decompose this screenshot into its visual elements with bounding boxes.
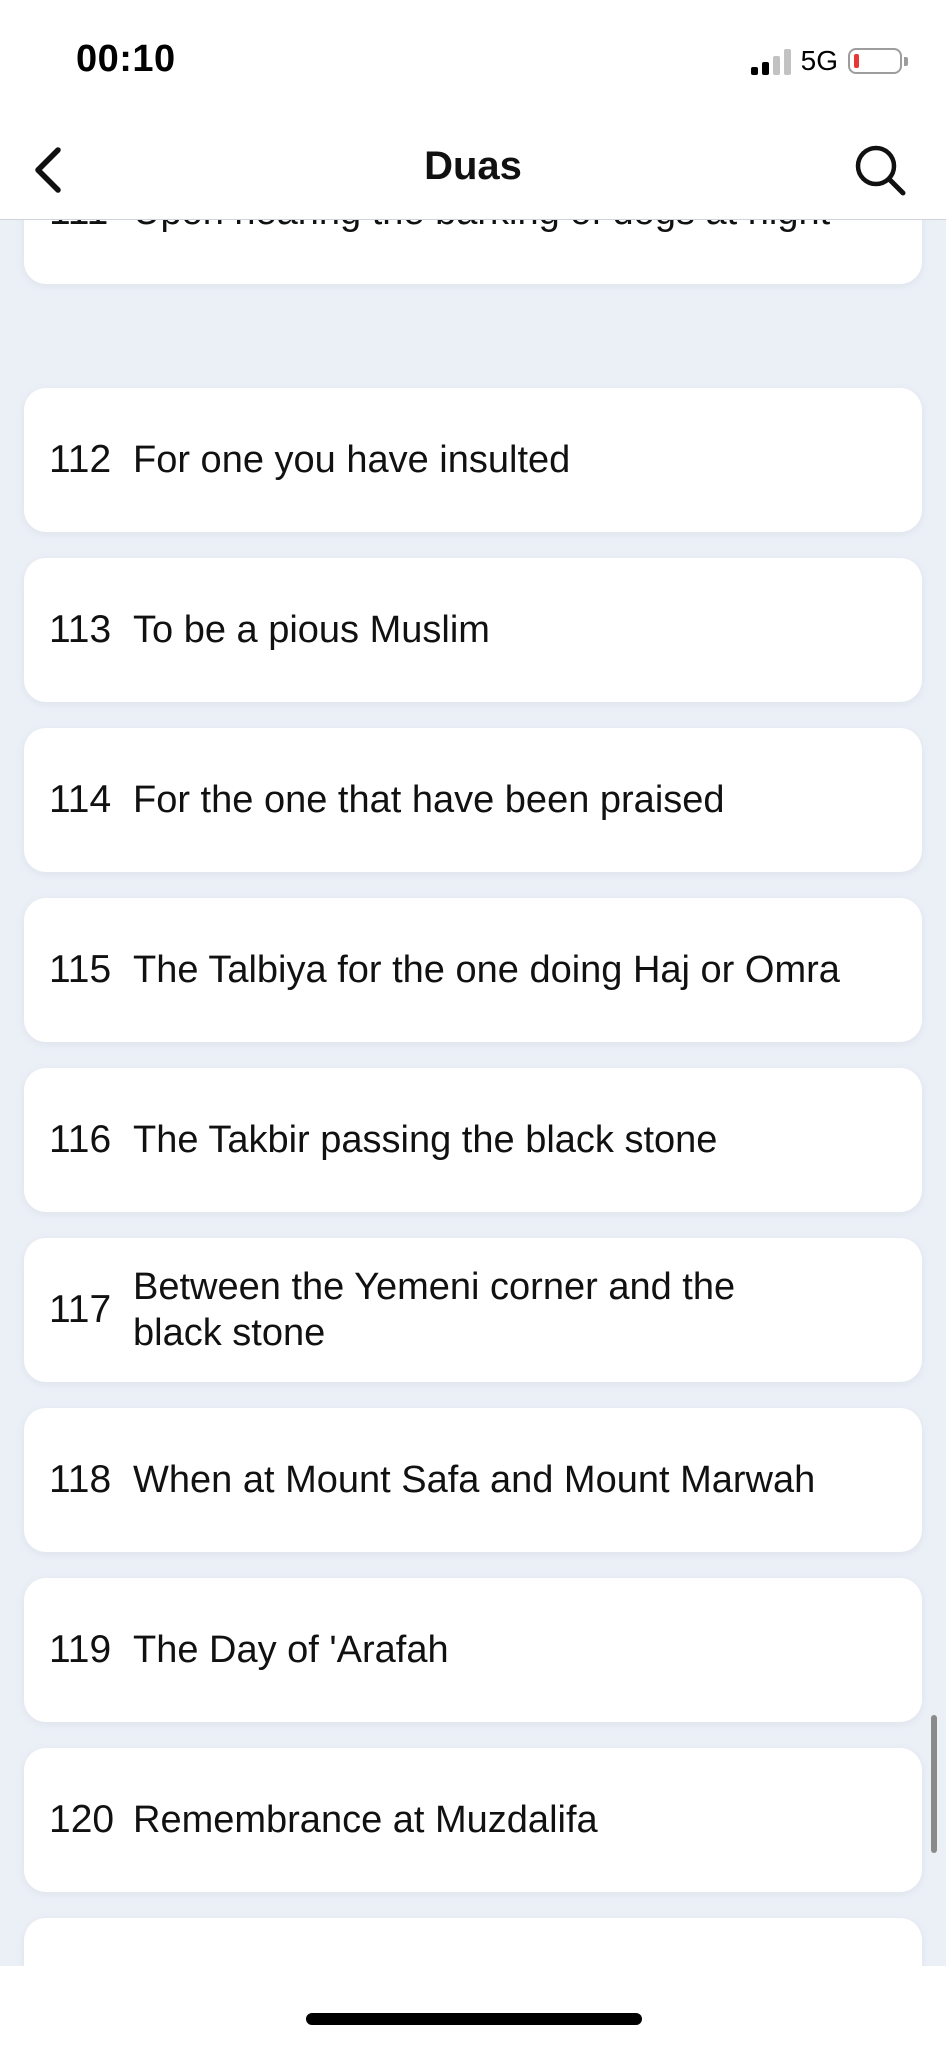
dua-title: To be a pious Muslim xyxy=(133,609,490,651)
dua-title: Upon hearing the barking of dogs at nigh… xyxy=(133,220,870,235)
dua-list-item[interactable] xyxy=(24,1918,922,1966)
dua-list-item[interactable]: 114 For the one that have been praised xyxy=(24,728,922,872)
status-indicators: 5G xyxy=(750,44,908,78)
dua-title: The Takbir passing the black stone xyxy=(133,1119,718,1161)
navigation-bar: Duas xyxy=(0,118,946,220)
dua-list-item[interactable]: 118 When at Mount Safa and Mount Marwah xyxy=(24,1408,922,1552)
dua-number: 117 xyxy=(49,1288,112,1331)
dua-title: For the one that have been praised xyxy=(133,779,725,821)
dua-title: The Talbiya for the one doing Haj or Omr… xyxy=(133,949,840,991)
dua-title: When at Mount Safa and Mount Marwah xyxy=(133,1459,816,1501)
dua-list-item[interactable]: 112 For one you have insulted xyxy=(24,388,922,532)
dua-title: For one you have insulted xyxy=(133,439,571,481)
battery-icon xyxy=(848,48,908,74)
dua-number: 115 xyxy=(49,948,112,991)
dua-number: 111 xyxy=(49,220,133,234)
home-indicator-area xyxy=(0,1966,946,2048)
search-button[interactable] xyxy=(850,140,910,200)
dua-list-item[interactable]: 115 The Talbiya for the one doing Haj or… xyxy=(24,898,922,1042)
status-bar: 00:10 5G xyxy=(0,0,946,118)
dua-list-item[interactable]: 119 The Day of 'Arafah xyxy=(24,1578,922,1722)
page-title: Duas xyxy=(424,144,522,188)
dua-list[interactable]: 111 Upon hearing the barking of dogs at … xyxy=(0,220,946,1966)
dua-title: Remembrance at Muzdalifa xyxy=(133,1799,598,1841)
dua-list-item[interactable]: 111 Upon hearing the barking of dogs at … xyxy=(24,220,922,284)
search-icon xyxy=(855,145,906,196)
network-label: 5G xyxy=(800,45,838,76)
dua-number: 120 xyxy=(49,1798,115,1841)
status-time: 00:10 xyxy=(76,38,176,80)
dua-list-item[interactable]: 117 Between the Yemeni corner and the bl… xyxy=(24,1238,922,1382)
dua-number: 112 xyxy=(49,438,112,481)
scrollbar[interactable] xyxy=(931,1715,937,1853)
signal-icon xyxy=(750,47,791,75)
dua-title: Between the Yemeni corner and the black … xyxy=(133,1266,736,1354)
dua-list-item[interactable]: 116 The Takbir passing the black stone xyxy=(24,1068,922,1212)
dua-number: 113 xyxy=(49,608,112,651)
dua-list-item[interactable]: 113 To be a pious Muslim xyxy=(24,558,922,702)
dua-number: 114 xyxy=(49,778,112,821)
dua-number: 116 xyxy=(49,1118,112,1161)
dua-list-item[interactable]: 120 Remembrance at Muzdalifa xyxy=(24,1748,922,1892)
home-indicator[interactable] xyxy=(306,2013,642,2025)
dua-title: The Day of 'Arafah xyxy=(133,1629,449,1671)
dua-number: 119 xyxy=(49,1628,112,1671)
dua-number: 118 xyxy=(49,1458,112,1501)
